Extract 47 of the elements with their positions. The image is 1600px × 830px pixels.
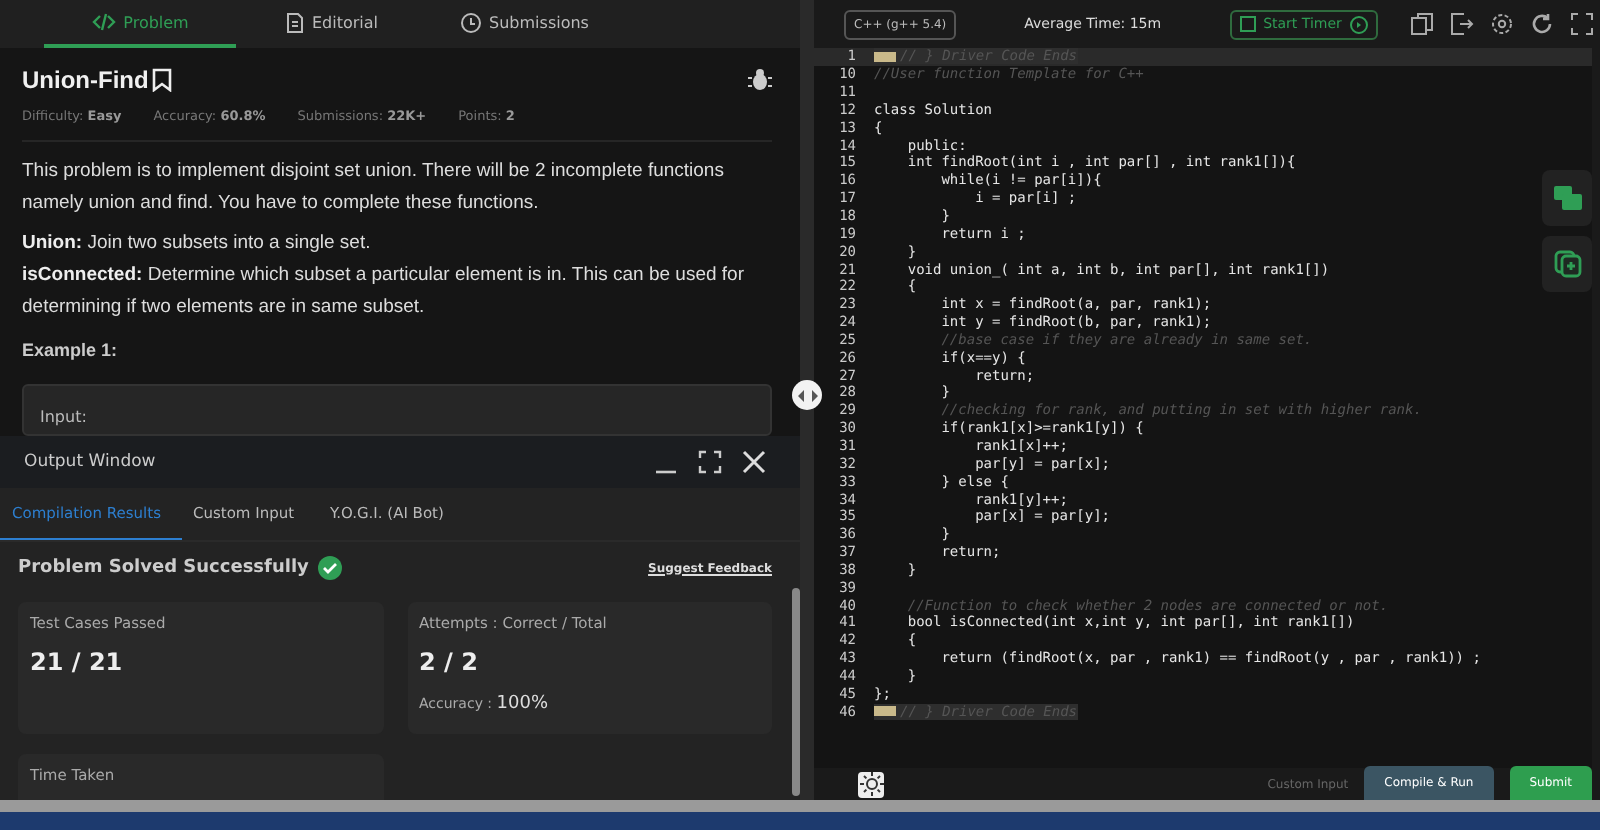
add-note-icon: [1553, 250, 1581, 278]
settings-button[interactable]: [1488, 10, 1516, 38]
close-button[interactable]: [740, 448, 768, 476]
theme-button[interactable]: [858, 771, 884, 797]
settings-icon: [1490, 12, 1514, 36]
result-status: Problem Solved Successfully: [18, 558, 309, 578]
scrollbar[interactable]: [792, 588, 800, 796]
arrows-icon: [797, 387, 817, 403]
exit-button[interactable]: [1448, 10, 1476, 38]
tab[interactable]: Editorial: [236, 0, 428, 48]
refresh-button[interactable]: [1528, 10, 1556, 38]
copy-button[interactable]: [1408, 10, 1436, 38]
card-value: 21 / 21: [30, 648, 125, 676]
refresh-icon: [1530, 12, 1554, 36]
fold-marker[interactable]: [874, 51, 896, 62]
play-icon: [1349, 15, 1368, 33]
fullscreen-icon: [1570, 12, 1594, 36]
code-icon: [91, 12, 116, 32]
expand-button[interactable]: [696, 448, 724, 476]
document-icon: [285, 11, 304, 33]
example-label: Input:: [40, 408, 87, 426]
expand-icon: [698, 450, 722, 474]
exit-icon: [1450, 12, 1474, 36]
tab[interactable]: Problem: [44, 0, 236, 48]
bug-icon: [748, 68, 772, 92]
card-value: 2 / 2: [419, 648, 480, 676]
panel-title: Output Window: [24, 452, 156, 472]
problem-description: This problem is to implement disjoint set union. There will be 2 incomplete functions namely union and find. You have to complete these functions.: [22, 158, 726, 218]
minimize-icon: [654, 470, 678, 474]
problem-title: Union-Find: [22, 66, 149, 94]
notes-button[interactable]: [1542, 236, 1592, 292]
chat-icon: [1553, 186, 1581, 210]
chat-button[interactable]: [1542, 170, 1592, 226]
definition-text: Union: Join two subsets into a single set.: [22, 230, 373, 258]
fullscreen-button[interactable]: [1568, 10, 1596, 38]
close-icon: [742, 450, 766, 474]
clock-icon: [459, 11, 482, 33]
copy-icon: [1410, 12, 1434, 36]
code-editor[interactable]: [814, 48, 1592, 768]
sun-icon: [859, 772, 883, 796]
timer-icon: [1239, 16, 1256, 32]
tab[interactable]: Submissions: [428, 0, 620, 48]
example-heading: Example 1:: [22, 340, 120, 360]
definition-text: isConnected: Determine which subset a particular element is in. This can be used for determining if two elements are in same subset.: [22, 262, 746, 322]
check-circle-icon: [318, 556, 343, 580]
bookmark-icon: [152, 68, 173, 92]
fold-marker[interactable]: [874, 706, 896, 717]
